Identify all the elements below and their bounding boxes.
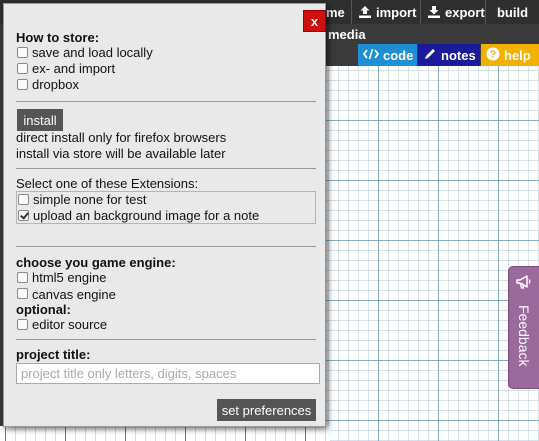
export-label: export (445, 4, 485, 20)
install-note-store: install via store will be available late… (16, 146, 226, 161)
question-circle-icon: ? (486, 47, 500, 64)
import-button[interactable]: import (351, 0, 419, 24)
install-note-firefox: direct install only for firefox browsers (16, 130, 227, 145)
divider (16, 101, 316, 102)
grid-canvas[interactable] (322, 66, 539, 441)
preferences-dialog: x How to store: save and load locally ex… (3, 3, 326, 427)
ex-import-checkbox[interactable] (17, 63, 28, 74)
ex-import-label: ex- and import (32, 61, 116, 76)
build-label: build (496, 4, 529, 20)
export-button[interactable]: export (420, 0, 485, 24)
tab-media[interactable]: media (326, 24, 372, 44)
svg-text:?: ? (490, 49, 496, 60)
simple-none-checkbox[interactable] (18, 194, 29, 205)
code-label: code (383, 47, 414, 63)
html5-engine-checkbox[interactable] (17, 272, 28, 283)
close-label: x (310, 13, 319, 29)
notes-label: notes (441, 47, 476, 63)
store-heading: How to store: (16, 30, 100, 45)
install-button[interactable]: install (17, 109, 63, 131)
pencil-icon (423, 47, 437, 64)
divider (16, 339, 316, 340)
media-label: media (328, 26, 366, 42)
help-button[interactable]: ? help (481, 44, 539, 66)
build-button[interactable]: build (485, 0, 539, 24)
project-title-heading: project title: (16, 347, 91, 362)
home-label: me (326, 4, 345, 20)
upload-background-label: upload an background image for a note (33, 208, 260, 223)
help-label: help (504, 47, 531, 63)
set-preferences-label: set preferences (221, 402, 312, 418)
editor-source-label: editor source (32, 317, 108, 332)
optional-heading: optional: (16, 302, 71, 317)
notes-button[interactable]: notes (418, 44, 480, 66)
divider (16, 246, 316, 247)
save-local-checkbox[interactable] (17, 47, 28, 58)
canvas-engine-label: canvas engine (32, 287, 116, 302)
html5-engine-label: html5 engine (32, 270, 107, 285)
divider (16, 168, 316, 169)
feedback-label: Feedback (516, 305, 532, 367)
upload-background-checkbox[interactable] (18, 210, 29, 221)
canvas-engine-checkbox[interactable] (17, 288, 28, 299)
dropbox-label: dropbox (32, 77, 79, 92)
install-label: install (23, 112, 57, 128)
megaphone-icon (515, 273, 533, 291)
code-icon (362, 48, 380, 63)
close-button[interactable]: x (303, 10, 326, 32)
project-title-input[interactable] (16, 363, 320, 384)
simple-none-label: simple none for test (33, 192, 147, 207)
import-label: import (376, 4, 417, 20)
grid-canvas-strip (0, 426, 330, 441)
home-button[interactable]: me (322, 0, 350, 24)
feedback-tab[interactable]: Feedback (508, 266, 539, 389)
extensions-heading: Select one of these Extensions: (16, 176, 199, 191)
dropbox-checkbox[interactable] (17, 79, 28, 90)
engine-heading: choose you game engine: (16, 255, 176, 270)
upload-icon (358, 5, 372, 19)
code-button[interactable]: code (358, 44, 417, 66)
save-local-label: save and load locally (32, 45, 153, 60)
editor-source-checkbox[interactable] (17, 319, 28, 330)
set-preferences-button[interactable]: set preferences (217, 399, 316, 421)
download-icon (427, 5, 441, 19)
